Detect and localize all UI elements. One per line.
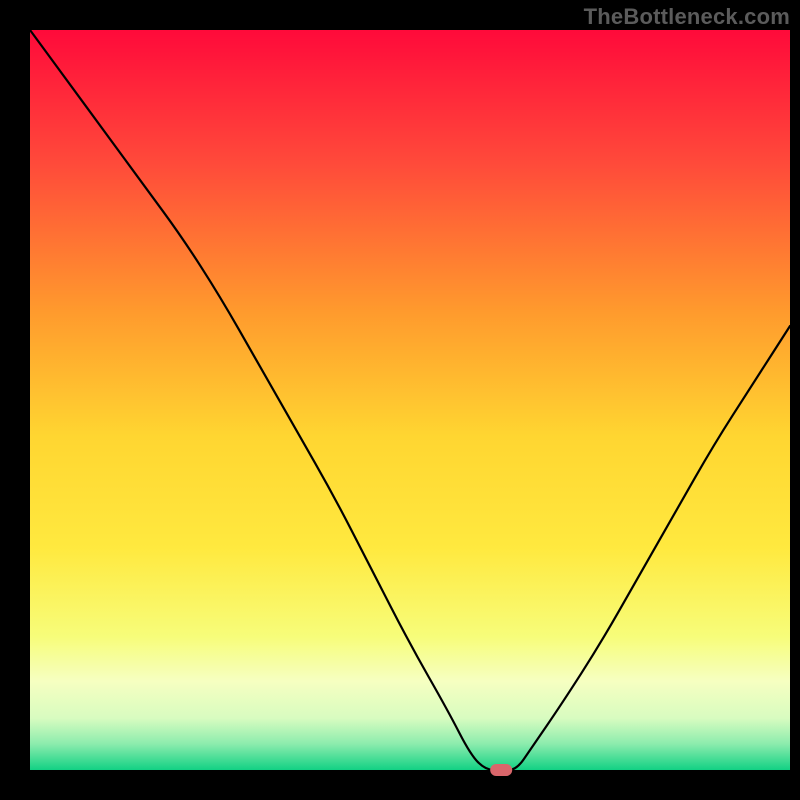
watermark-text: TheBottleneck.com xyxy=(584,4,790,30)
bottleneck-chart xyxy=(0,0,800,800)
chart-frame: TheBottleneck.com xyxy=(0,0,800,800)
optimal-marker xyxy=(490,764,512,776)
plot-background xyxy=(30,30,790,770)
